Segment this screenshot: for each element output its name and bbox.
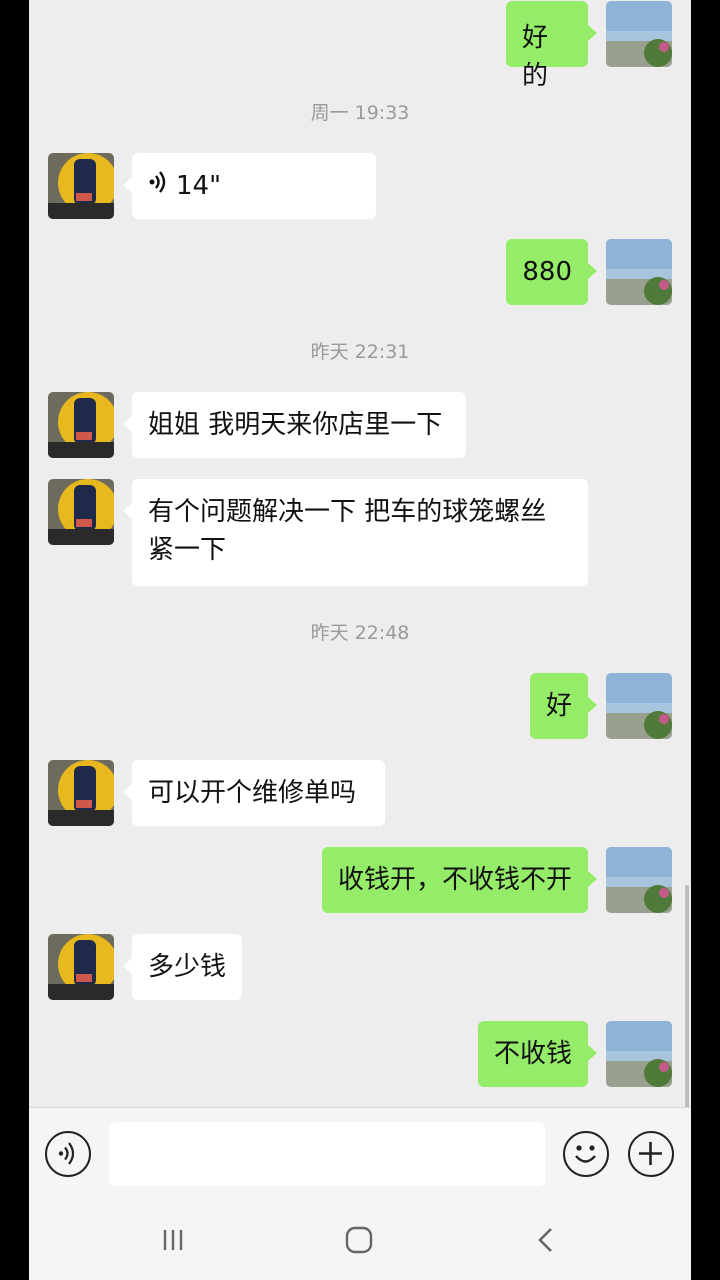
message-bubble-outgoing[interactable]: 好 <box>529 673 598 739</box>
message-bubble-outgoing[interactable]: 好的 <box>506 1 597 91</box>
self-avatar[interactable] <box>606 1021 672 1087</box>
home-icon <box>345 1226 373 1254</box>
home-button[interactable] <box>329 1220 389 1260</box>
message-input[interactable] <box>109 1122 545 1186</box>
timestamp: 昨天 22:31 <box>310 341 410 363</box>
back-icon <box>538 1228 552 1252</box>
contact-avatar[interactable] <box>48 934 114 1000</box>
message-row-outgoing: 不收钱 <box>29 1021 691 1087</box>
plus-button[interactable] <box>628 1131 674 1177</box>
contact-avatar[interactable] <box>48 392 114 458</box>
message-bubble-incoming[interactable]: 多少钱 <box>122 934 243 1000</box>
message-row-incoming: 姐姐 我明天来你店里一下 <box>29 392 691 458</box>
message-bubble-outgoing[interactable]: 不收钱 <box>477 1021 598 1087</box>
voice-message-bubble[interactable]: 14" <box>123 153 376 219</box>
emoji-icon <box>575 1145 596 1163</box>
self-avatar[interactable] <box>606 847 672 913</box>
message-row-incoming: 有个问题解决一下 把车的球笼螺丝紧一下 <box>29 479 691 586</box>
message-text: 好 <box>545 691 572 721</box>
message-row-incoming: 多少钱 <box>29 934 691 1000</box>
message-text: 880 <box>522 257 572 287</box>
voice-input-button[interactable] <box>45 1131 91 1177</box>
input-bar <box>29 1108 691 1200</box>
emoji-button[interactable] <box>563 1131 609 1177</box>
message-bubble-incoming[interactable]: 姐姐 我明天来你店里一下 <box>123 392 466 458</box>
back-button[interactable] <box>515 1220 575 1260</box>
voice-input-icon <box>58 1142 75 1165</box>
message-text: 可以开个维修单吗 <box>148 778 357 808</box>
message-text: 收钱开，不收钱不开 <box>337 865 572 895</box>
message-row-outgoing: 好的 <box>29 1 691 91</box>
message-bubble-outgoing[interactable]: 880 <box>506 239 597 305</box>
contact-avatar[interactable] <box>48 153 114 219</box>
system-navigation-bar <box>29 1200 691 1280</box>
timestamp: 周一 19:33 <box>310 102 410 124</box>
scrollbar[interactable] <box>685 885 689 1108</box>
contact-avatar[interactable] <box>48 479 114 545</box>
screen: 好的 周一 19:33 14" 880 昨天 22:31 姐姐 我明天来你店里一… <box>29 0 691 1280</box>
message-text: 不收钱 <box>493 1039 572 1069</box>
timestamp: 昨天 22:48 <box>310 622 410 644</box>
message-text: 多少钱 <box>148 952 227 982</box>
message-bubble-incoming[interactable]: 可以开个维修单吗 <box>123 760 385 826</box>
recent-apps-button[interactable] <box>143 1220 203 1260</box>
message-text: 姐姐 我明天来你店里一下 <box>148 410 443 440</box>
message-bubble-incoming[interactable]: 有个问题解决一下 把车的球笼螺丝紧一下 <box>123 479 588 586</box>
message-row-outgoing: 880 <box>29 239 691 305</box>
voice-duration: 14" <box>176 171 222 201</box>
message-row-incoming: 14" <box>29 153 691 219</box>
self-avatar[interactable] <box>606 673 672 739</box>
voice-wave-icon <box>148 168 168 206</box>
message-row-outgoing: 收钱开，不收钱不开 <box>29 847 691 913</box>
contact-avatar[interactable] <box>48 760 114 826</box>
message-text: 有个问题解决一下 把车的球笼螺丝紧一下 <box>148 497 547 565</box>
message-row-incoming: 可以开个维修单吗 <box>29 760 691 826</box>
self-avatar[interactable] <box>606 1 672 67</box>
recent-apps-icon <box>163 1230 183 1250</box>
message-text: 好的 <box>522 23 549 91</box>
message-row-outgoing: 好 <box>29 673 691 739</box>
plus-icon <box>639 1142 662 1165</box>
chat-area[interactable]: 好的 周一 19:33 14" 880 昨天 22:31 姐姐 我明天来你店里一… <box>29 0 691 1108</box>
self-avatar[interactable] <box>606 239 672 305</box>
message-bubble-outgoing[interactable]: 收钱开，不收钱不开 <box>321 847 598 913</box>
